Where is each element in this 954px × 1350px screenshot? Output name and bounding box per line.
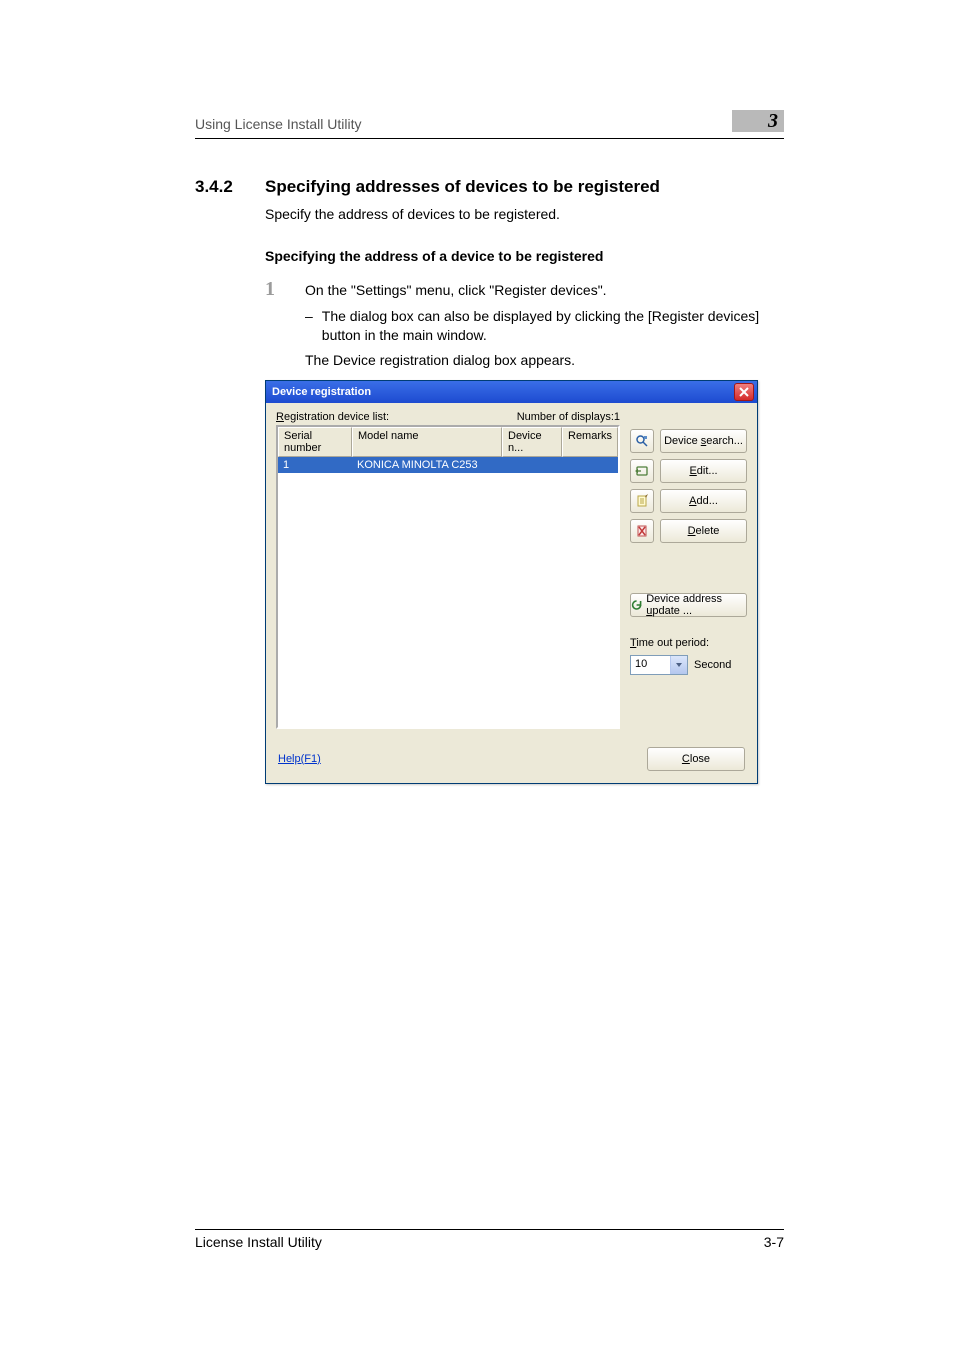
section-title: Specifying addresses of devices to be re… — [265, 177, 660, 197]
section-number: 3.4.2 — [195, 177, 265, 197]
col-device-name[interactable]: Device n... — [502, 427, 562, 457]
help-link[interactable]: Help(F1) — [278, 753, 321, 765]
add-icon[interactable] — [630, 489, 654, 513]
cell-serial: 1 — [278, 457, 352, 473]
breadcrumb: Using License Install Utility — [195, 116, 362, 132]
step-1: 1 On the "Settings" menu, click "Registe… — [265, 278, 784, 301]
registration-list-label: Registration device list: — [276, 411, 389, 423]
step-bullet: – The dialog box can also be displayed b… — [305, 307, 784, 345]
chevron-down-icon[interactable] — [670, 656, 687, 674]
cell-model: KONICA MINOLTA C253 — [352, 457, 502, 473]
device-list[interactable]: Serial number Model name Device n... Rem… — [276, 425, 620, 729]
table-row[interactable]: 1 KONICA MINOLTA C253 — [278, 457, 618, 473]
dialog-device-registration: Device registration Registration device … — [265, 380, 758, 784]
step-number: 1 — [265, 278, 305, 301]
timeout-combo[interactable]: 10 — [630, 655, 688, 675]
footer-product: License Install Utility — [195, 1234, 322, 1250]
footer-page: 3-7 — [764, 1234, 784, 1250]
add-button[interactable]: Add... — [660, 489, 747, 513]
bullet-dash: – — [305, 307, 322, 345]
edit-icon[interactable] — [630, 459, 654, 483]
col-serial-number[interactable]: Serial number — [278, 427, 352, 457]
section-heading: 3.4.2 Specifying addresses of devices to… — [195, 177, 784, 197]
col-model-name[interactable]: Model name — [352, 427, 502, 457]
list-header: Serial number Model name Device n... Rem… — [278, 427, 618, 457]
step-text: On the "Settings" menu, click "Register … — [305, 281, 784, 300]
number-of-displays: Number of displays:1 — [517, 411, 620, 423]
list-label-row: Registration device list: Number of disp… — [276, 411, 620, 423]
step-result: The Device registration dialog box appea… — [305, 351, 784, 370]
cell-remarks — [562, 457, 618, 473]
bullet-text: The dialog box can also be displayed by … — [322, 307, 784, 345]
delete-icon[interactable] — [630, 519, 654, 543]
search-icon[interactable] — [630, 429, 654, 453]
dialog-title: Device registration — [272, 386, 371, 398]
device-search-button[interactable]: Device search... — [660, 429, 747, 453]
intro-paragraph: Specify the address of devices to be reg… — [265, 205, 784, 224]
cell-device-name — [502, 457, 562, 473]
refresh-icon — [631, 598, 642, 612]
dialog-titlebar: Device registration — [266, 381, 757, 403]
close-button[interactable]: Close — [647, 747, 745, 771]
delete-button[interactable]: Delete — [660, 519, 747, 543]
timeout-label: Time out period: — [630, 637, 747, 649]
device-address-update-button[interactable]: Device address update ... — [630, 593, 747, 617]
chapter-number: 3 — [768, 110, 778, 133]
timeout-unit: Second — [694, 659, 731, 671]
close-icon[interactable] — [734, 383, 754, 401]
col-remarks[interactable]: Remarks — [562, 427, 618, 457]
chapter-badge: 3 — [732, 110, 784, 132]
edit-button[interactable]: Edit... — [660, 459, 747, 483]
sub-heading: Specifying the address of a device to be… — [265, 248, 784, 264]
timeout-value: 10 — [631, 656, 670, 674]
page-footer: License Install Utility 3-7 — [195, 1229, 784, 1250]
page-header: Using License Install Utility 3 — [195, 110, 784, 139]
